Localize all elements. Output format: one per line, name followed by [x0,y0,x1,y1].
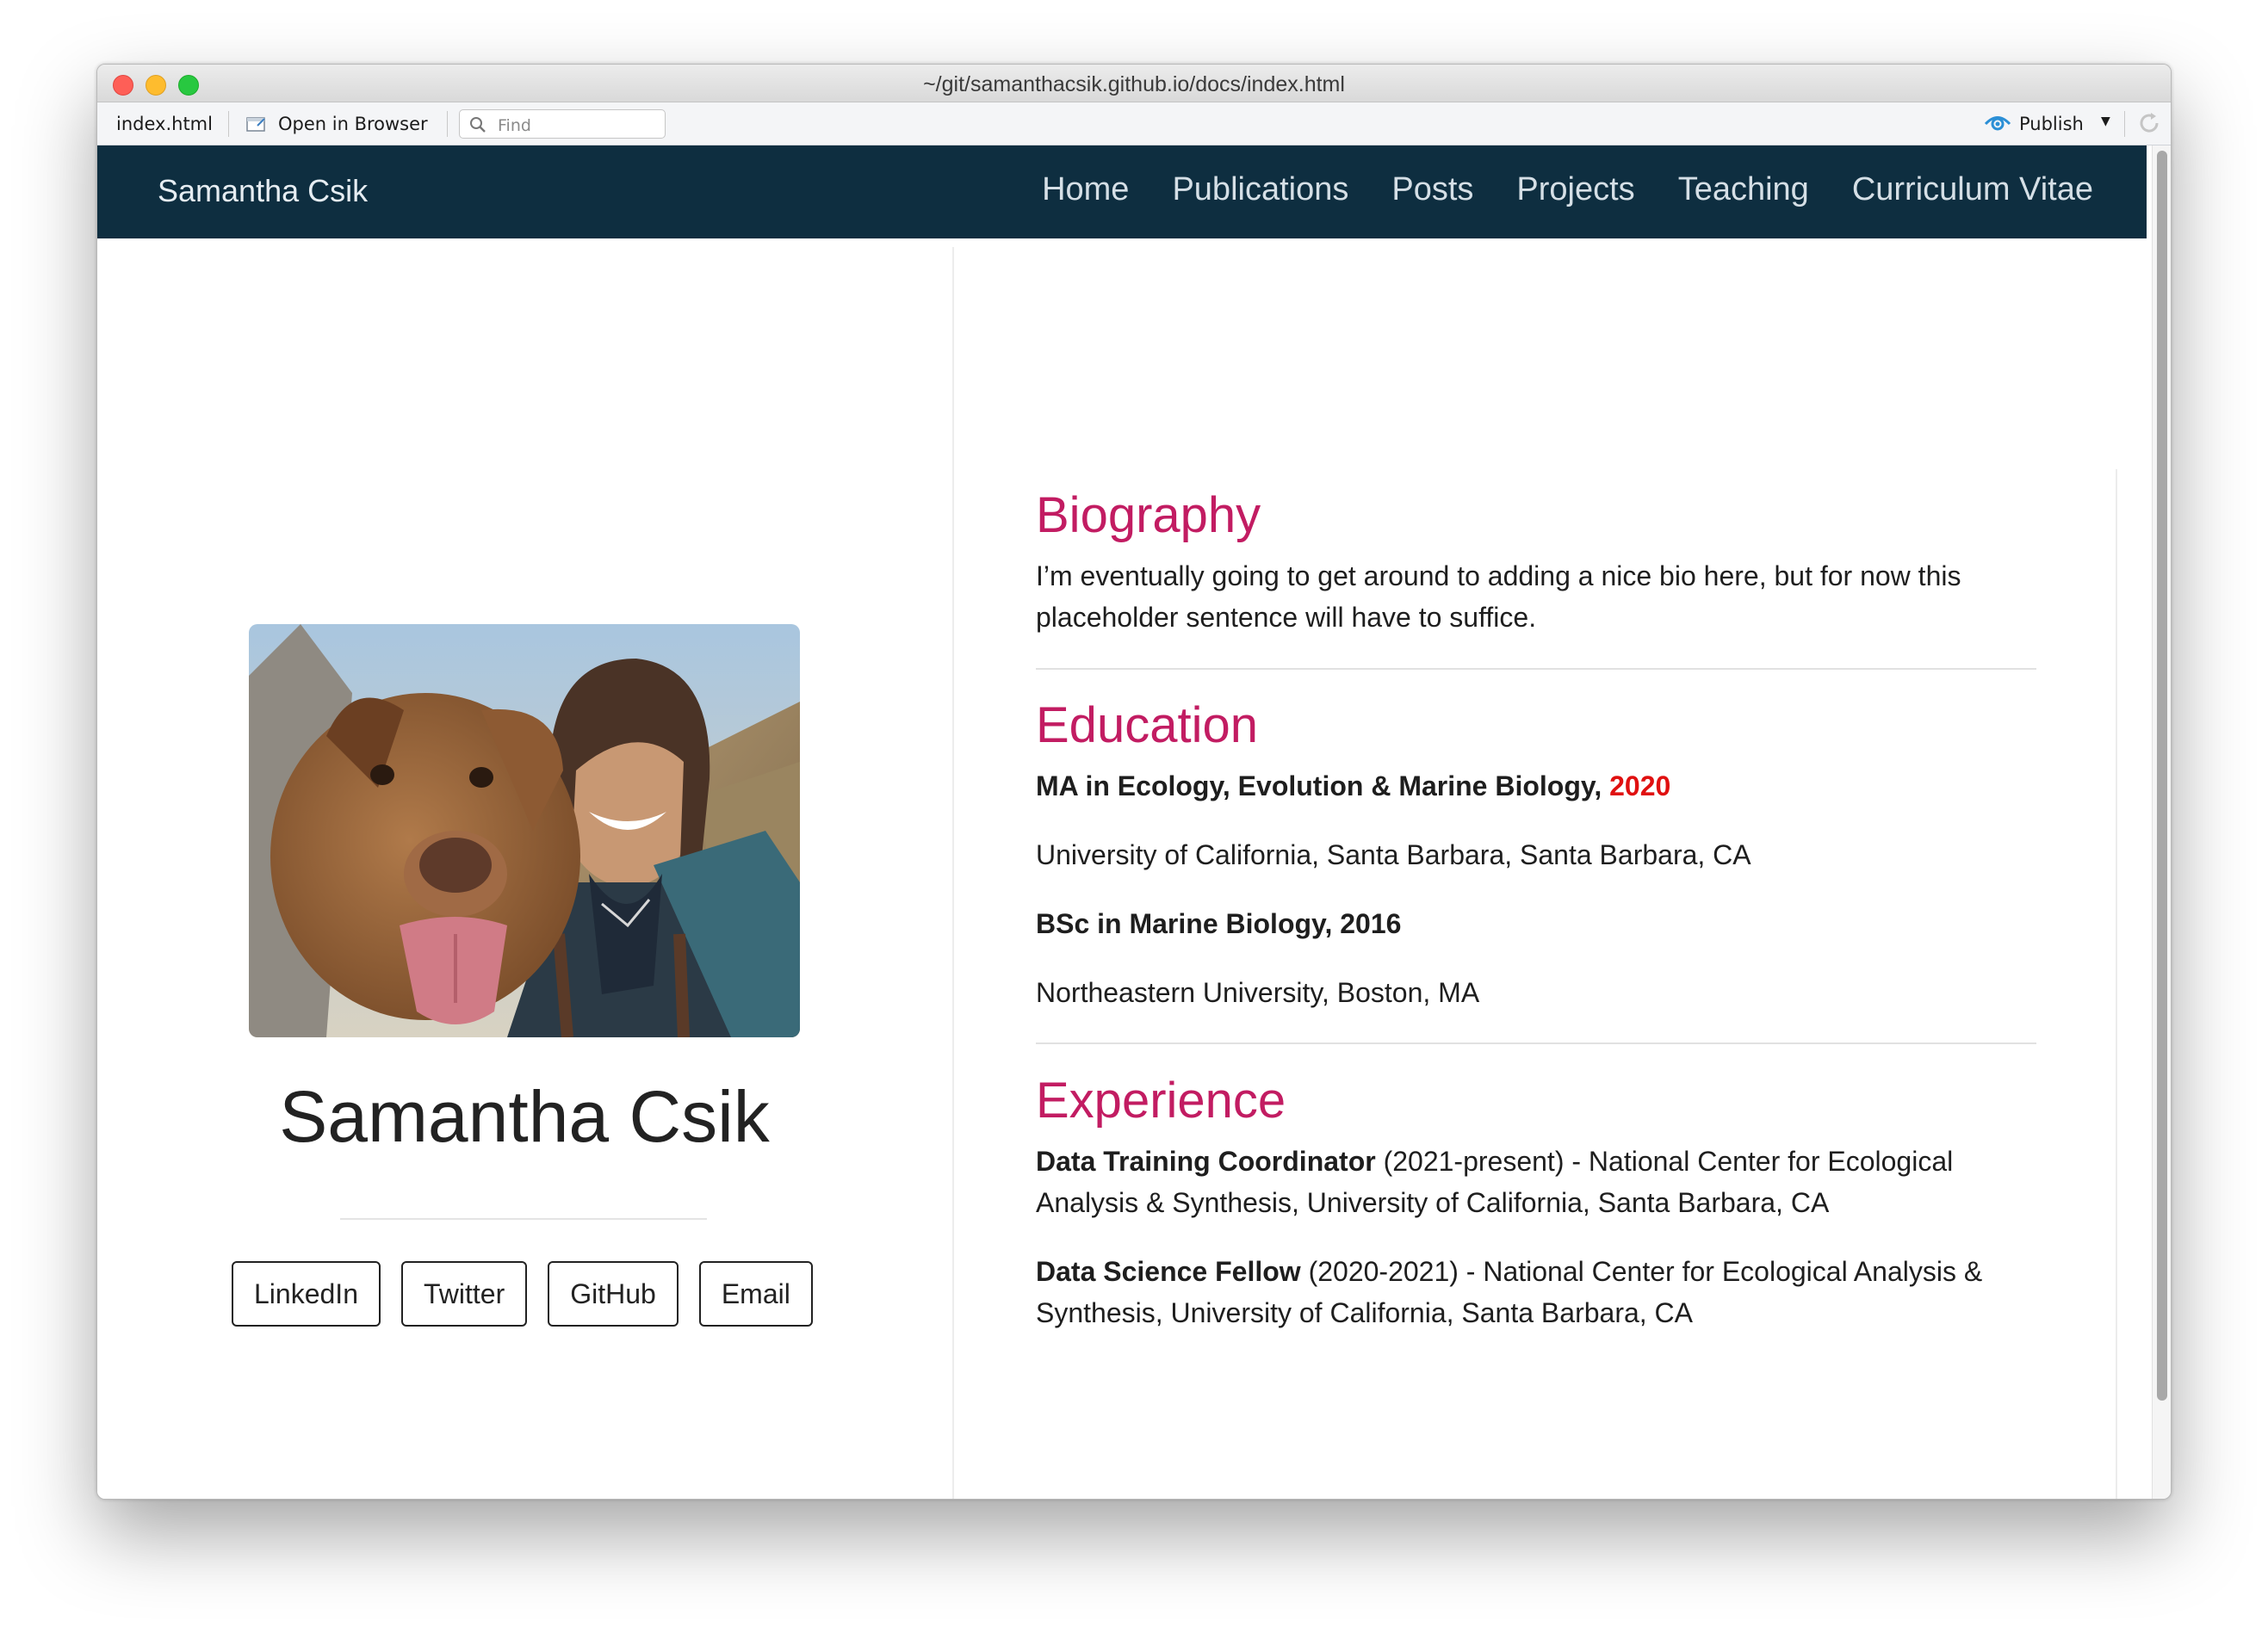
search-icon [470,117,486,133]
degree-ma-year: 2020 [1609,770,1671,801]
column-divider [952,247,954,1499]
section-divider [1036,668,2036,670]
refresh-icon[interactable] [2136,110,2162,136]
education-degree-bsc: BSc in Marine Biology, 2016 [1036,903,2036,944]
job-detail: (2021-present) - National Center for Eco… [1375,1146,1954,1177]
github-button[interactable]: GitHub [548,1261,679,1327]
social-links: LinkedIn Twitter GitHub Email [232,1261,813,1327]
publish-icon[interactable] [1983,113,2012,135]
nav-menu: Home Publications Posts Projects Teachin… [1042,171,2093,208]
job-title: Data Science Fellow [1036,1256,1301,1287]
email-button[interactable]: Email [698,1261,813,1327]
experience-line: Analysis & Synthesis, University of Cali… [1036,1187,1830,1218]
viewer-toolbar: index.html Open in Browser Find Publish … [97,102,2171,145]
job-title: Data Training Coordinator [1036,1146,1376,1177]
toolbar-divider [447,111,448,137]
experience-item: Data Training Coordinator (2021-present)… [1036,1141,2036,1223]
job-detail: (2020-2021) - National Center for Ecolog… [1300,1256,1983,1287]
nav-curriculum-vitae[interactable]: Curriculum Vitae [1852,171,2093,208]
education-school-neu: Northeastern University, Boston, MA [1036,977,1480,1008]
profile-name: Samantha Csik [279,1076,770,1157]
section-divider [1036,1042,2036,1044]
nav-teaching[interactable]: Teaching [1678,171,1809,208]
education-heading: Education [1036,697,1258,753]
publish-button[interactable]: Publish [2019,114,2084,134]
toolbar-divider [2124,111,2125,137]
experience-line: Data Science Fellow (2020-2021) - Nation… [1036,1251,2036,1292]
window-title: ~/git/samanthacsik.github.io/docs/index.… [923,72,1345,96]
biography-text: I’m eventually going to get around to ad… [1036,555,2036,638]
content-scroll-edge [2116,469,2117,1499]
open-in-browser-icon[interactable] [245,114,268,133]
publish-dropdown-icon[interactable]: ▼ [2101,114,2110,128]
open-in-browser-button[interactable]: Open in Browser [278,114,428,134]
site-navbar: Samantha Csik Home Publications Posts Pr… [97,145,2147,238]
experience-line: Data Training Coordinator (2021-present)… [1036,1141,2036,1182]
biography-heading: Biography [1036,487,1261,543]
experience-heading: Experience [1036,1073,1286,1129]
nav-projects[interactable]: Projects [1516,171,1634,208]
experience-line: Synthesis, University of California, San… [1036,1297,1693,1328]
biography-line: I’m eventually going to get around to ad… [1036,560,1961,591]
find-placeholder: Find [498,116,531,135]
profile-divider [340,1218,707,1220]
browser-window: ~/git/samanthacsik.github.io/docs/index.… [96,64,2172,1500]
twitter-button[interactable]: Twitter [400,1261,528,1327]
file-tab[interactable]: index.html [116,114,213,134]
education-degree-ma: MA in Ecology, Evolution & Marine Biolog… [1036,765,2036,807]
web-page: Samantha Csik Home Publications Posts Pr… [97,145,2147,1499]
linkedin-button[interactable]: LinkedIn [232,1261,381,1327]
degree-ma-label: MA in Ecology, Evolution & Marine Biolog… [1036,770,1610,801]
page-scrollbar-thumb[interactable] [2157,151,2167,1401]
title-bar: ~/git/samanthacsik.github.io/docs/index.… [97,65,2171,102]
nav-home[interactable]: Home [1042,171,1129,208]
find-input[interactable]: Find [459,109,666,139]
site-brand-link[interactable]: Samantha Csik [158,173,368,209]
nav-posts[interactable]: Posts [1391,171,1473,208]
education-school-ucsb: University of California, Santa Barbara,… [1036,839,1751,870]
degree-bsc-label: BSc in Marine Biology, 2016 [1036,908,1402,939]
toolbar-divider [228,111,229,137]
experience-item: Data Science Fellow (2020-2021) - Nation… [1036,1251,2036,1333]
biography-line: placeholder sentence will have to suffic… [1036,602,1537,633]
profile-photo [249,624,800,1037]
nav-publications[interactable]: Publications [1172,171,1348,208]
